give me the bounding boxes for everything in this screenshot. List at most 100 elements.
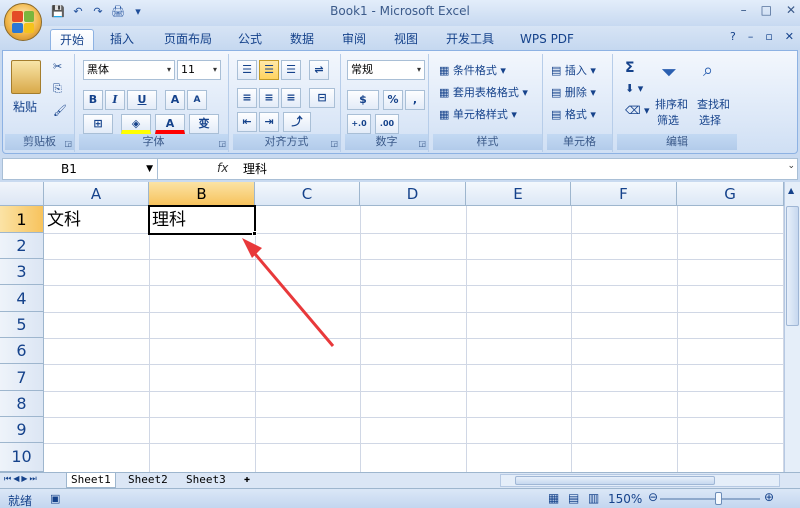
clear-icon[interactable]: ⌫ ▾ [625,104,650,117]
tab-review[interactable]: 审阅 [332,29,376,50]
font-size-select[interactable]: 11 ▾ [177,60,221,80]
tab-data[interactable]: 数据 [280,29,324,50]
tab-page-layout[interactable]: 页面布局 [156,29,220,50]
sort-filter-icon[interactable]: ⏷ [661,60,677,84]
align-top-button[interactable]: ☰ [237,60,257,80]
next-sheet-icon[interactable]: ▶ [21,474,27,484]
paste-button[interactable]: 粘贴 [13,98,37,115]
tab-formulas[interactable]: 公式 [228,29,272,50]
align-right-button[interactable]: ≡ [281,88,301,108]
decrease-indent-button[interactable]: ⇤ [237,112,257,132]
format-cells-button[interactable]: ▤ 格式 ▾ [551,106,596,122]
increase-indent-button[interactable]: ⇥ [259,112,279,132]
wrap-text-button[interactable]: ⇌ [309,60,329,80]
horizontal-scrollbar[interactable] [500,474,780,487]
zoom-in-icon[interactable]: ⊕ [764,490,774,504]
tab-developer[interactable]: 开发工具 [438,29,502,50]
zoom-slider-knob[interactable] [715,492,722,505]
formula-input[interactable]: 理科 [243,160,267,177]
paste-icon[interactable] [11,60,41,94]
horizontal-scroll-thumb[interactable] [515,476,715,485]
delete-cells-button[interactable]: ▤ 删除 ▾ [551,84,596,100]
minimize-button[interactable]: – [741,3,747,17]
page-break-view-icon[interactable]: ▥ [588,491,599,505]
number-launcher-icon[interactable]: ◲ [418,139,426,148]
first-sheet-icon[interactable]: ⏮ [4,474,11,484]
find-select-icon[interactable]: ⌕ [703,60,713,81]
align-bottom-button[interactable]: ☰ [281,60,301,80]
save-icon[interactable]: 💾 [50,4,66,20]
tab-view[interactable]: 视图 [384,29,428,50]
workbook-close-button[interactable]: ✕ [785,30,794,43]
sheet-tab-sheet2[interactable]: Sheet2 [124,473,172,488]
sort-filter-label-2[interactable]: 筛选 [657,112,679,128]
increase-decimal-button[interactable]: +.0 [347,114,371,134]
last-sheet-icon[interactable]: ⏭ [30,474,37,484]
merge-center-button[interactable]: ⊟ [309,88,335,108]
office-button[interactable] [4,3,42,41]
align-center-button[interactable]: ≡ [259,88,279,108]
prev-sheet-icon[interactable]: ◀ [13,474,19,484]
vertical-scrollbar[interactable]: ▲ [784,182,800,472]
vertical-scroll-thumb[interactable] [786,206,799,326]
print-preview-icon[interactable]: 🖨 [110,4,126,20]
format-painter-icon[interactable]: 🖌 [53,104,67,117]
workbook-minimize-button[interactable]: – [748,30,754,43]
format-as-table-button[interactable]: ▦ 套用表格格式 ▾ [439,84,528,100]
scroll-up-icon[interactable]: ▲ [788,186,794,195]
zoom-level[interactable]: 150% [608,492,642,506]
clipboard-launcher-icon[interactable]: ◲ [64,139,72,148]
font-launcher-icon[interactable]: ◲ [218,139,226,148]
fill-color-button[interactable]: ◈ [121,114,151,134]
align-middle-button[interactable]: ☰ [259,60,279,80]
expand-formula-icon[interactable]: ⌄ [787,161,795,171]
sheet-tab-sheet1[interactable]: Sheet1 [66,473,116,488]
worksheet-grid[interactable]: A B C D E F G 1 2 3 4 5 6 7 8 9 10 文科 理科… [0,182,800,472]
macro-record-icon[interactable]: ▣ [50,492,60,505]
shrink-font-button[interactable]: A [187,90,207,110]
tab-insert[interactable]: 插入 [100,29,144,50]
name-box[interactable]: B1 ▼ [3,159,158,179]
align-left-button[interactable]: ≡ [237,88,257,108]
font-name-select[interactable]: 黑体 ▾ [83,60,175,80]
number-format-select[interactable]: 常规 ▾ [347,60,425,80]
insert-cells-button[interactable]: ▤ 插入 ▾ [551,62,596,78]
tab-home[interactable]: 开始 [50,29,94,50]
find-select-label-2[interactable]: 选择 [699,112,721,128]
sort-filter-label[interactable]: 排序和 [655,96,688,112]
italic-button[interactable]: I [105,90,125,110]
grow-font-button[interactable]: A [165,90,185,110]
maximize-button[interactable]: □ [761,3,772,17]
conditional-format-button[interactable]: ▦ 条件格式 ▾ [439,62,506,78]
find-select-label[interactable]: 查找和 [697,96,730,112]
workbook-restore-button[interactable]: ▫ [765,30,772,43]
comma-button[interactable]: , [405,90,425,110]
fill-icon[interactable]: ⬇ ▾ [625,82,643,95]
phonetic-button[interactable]: 变 [189,114,219,134]
redo-icon[interactable]: ↷ [90,4,106,20]
currency-button[interactable]: $ [347,90,379,110]
orientation-button[interactable]: ⤴ [283,112,311,132]
tab-wps-pdf[interactable]: WPS PDF [512,29,582,50]
bold-button[interactable]: B [83,90,103,110]
help-icon[interactable]: ? [730,30,736,43]
insert-sheet-icon[interactable]: ✚ [240,473,254,488]
normal-view-icon[interactable]: ▦ [548,491,559,505]
border-button[interactable]: ⊞ [83,114,113,134]
sheet-tab-sheet3[interactable]: Sheet3 [182,473,230,488]
zoom-out-icon[interactable]: ⊖ [648,490,658,504]
undo-icon[interactable]: ↶ [70,4,86,20]
close-button[interactable]: ✕ [786,3,796,17]
alignment-launcher-icon[interactable]: ◲ [330,139,338,148]
zoom-slider[interactable] [660,498,760,500]
cut-icon[interactable]: ✂ [53,60,62,73]
customize-qat-icon[interactable]: ▾ [130,4,146,20]
cell-styles-button[interactable]: ▦ 单元格样式 ▾ [439,106,517,122]
percent-button[interactable]: % [383,90,403,110]
decrease-decimal-button[interactable]: .00 [375,114,399,134]
copy-icon[interactable]: ⎘ [53,82,62,96]
font-color-button[interactable]: A [155,114,185,134]
insert-function-icon[interactable]: fx [217,161,228,175]
page-layout-view-icon[interactable]: ▤ [568,491,579,505]
underline-button[interactable]: U [127,90,157,110]
